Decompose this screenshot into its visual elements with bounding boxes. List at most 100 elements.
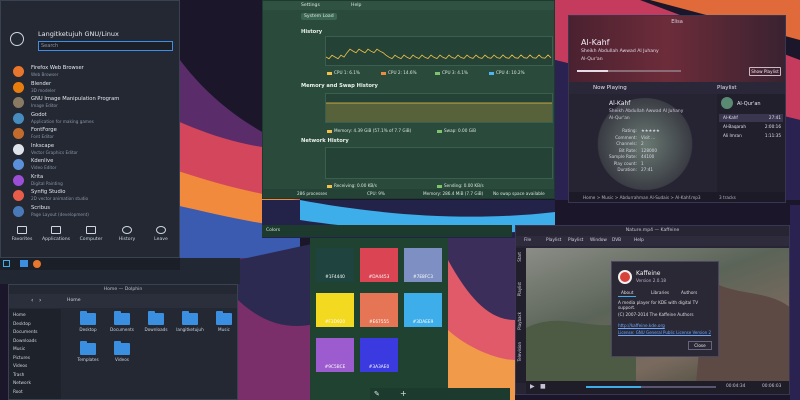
add-color-icon[interactable]: + xyxy=(400,389,407,398)
app-item[interactable]: Inkscape Vector Graphics Editor xyxy=(11,143,171,159)
app-item[interactable]: Synfig Studio 2D vector animation studio xyxy=(11,189,171,205)
swatch-hex: #1F4440 xyxy=(325,275,345,280)
dolphin-window: Home — Dolphin ‹ › Home Home Desktop Docum… xyxy=(8,284,238,400)
time-display: 00:04:34 xyxy=(726,384,746,389)
position-slider[interactable] xyxy=(586,386,716,388)
menu-item[interactable]: Help xyxy=(634,238,644,243)
color-swatch[interactable]: #E67555 xyxy=(360,293,398,327)
app-name: Godot xyxy=(31,111,47,118)
footer-history[interactable]: History xyxy=(112,226,142,242)
place-item[interactable]: Downloads xyxy=(13,339,37,344)
swatch-hex: #DA4453 xyxy=(368,275,390,280)
app-item[interactable]: Firefox Web Browser Web Browser xyxy=(11,65,171,81)
footer-favorites[interactable]: Favorites xyxy=(7,226,37,242)
detail-key: Channels: xyxy=(616,141,637,146)
color-swatch[interactable]: #9C5BCE xyxy=(316,338,354,372)
legend-swatch xyxy=(489,71,494,75)
side-tab[interactable]: Playback xyxy=(517,312,522,330)
color-swatch[interactable]: #1F4440 xyxy=(316,248,354,282)
place-item[interactable]: Pictures xyxy=(13,356,30,361)
menu-help[interactable]: Help xyxy=(351,3,361,8)
app-item[interactable]: Krita Digital Painting xyxy=(11,174,171,190)
play-icon[interactable]: ▶ xyxy=(530,383,535,390)
search-input[interactable]: Search xyxy=(38,41,173,51)
app-item[interactable]: FontForge Font Editor xyxy=(11,127,171,143)
about-homepage-link[interactable]: http://kaffeine.kde.org xyxy=(618,323,665,328)
app-item[interactable]: Blender 3D modeler xyxy=(11,81,171,97)
detail-key: Bit Rate: xyxy=(618,147,637,153)
about-version: Version 2.0.18 xyxy=(636,278,667,283)
forward-icon[interactable]: › xyxy=(39,297,41,304)
app-item[interactable]: Scribus Page Layout (development) xyxy=(11,205,171,221)
app-launcher-icon[interactable] xyxy=(3,260,10,267)
user-avatar[interactable] xyxy=(10,32,24,46)
place-item[interactable]: Videos xyxy=(13,364,27,369)
about-tab[interactable]: Libraries xyxy=(648,289,672,296)
file-manager-icon[interactable] xyxy=(20,260,28,267)
about-tab[interactable]: About xyxy=(618,289,637,297)
about-license-link[interactable]: License: GNU General Public License Vers… xyxy=(618,330,711,335)
side-tab[interactable]: Television xyxy=(517,342,522,361)
browser-icon[interactable] xyxy=(33,260,41,268)
place-item[interactable]: Documents xyxy=(13,330,38,335)
app-name: Synfig Studio xyxy=(31,189,66,195)
folder-item[interactable]: Templates xyxy=(77,341,99,362)
seek-bar[interactable] xyxy=(577,70,681,72)
menu-item[interactable]: Playlist xyxy=(546,238,561,243)
app-name: Scribus xyxy=(31,204,51,211)
place-item[interactable]: Desktop xyxy=(13,322,31,327)
stop-icon[interactable]: ■ xyxy=(540,383,546,390)
app-item[interactable]: Godot Application for making games xyxy=(11,112,171,128)
side-tab[interactable]: Playlist xyxy=(517,282,522,296)
app-icon xyxy=(13,81,24,93)
menu-item[interactable]: DVB xyxy=(612,238,621,243)
color-swatch[interactable]: #3DAEE9 xyxy=(404,293,442,327)
show-playlist-button[interactable]: Show Playlist xyxy=(749,67,781,76)
tab-system-load[interactable]: System Load xyxy=(301,13,337,20)
color-swatch[interactable]: #3A3AE0 xyxy=(360,338,398,372)
folder-item[interactable]: Music xyxy=(213,311,235,332)
memory-graph xyxy=(325,93,553,123)
playlist-track[interactable]: Al-Kahf 27:41 xyxy=(719,114,783,122)
close-button[interactable]: Close xyxy=(688,341,712,350)
color-palette: #1F4440 #DA4453 #7E8FC3 #F3D920 #E67555 #3DAE… xyxy=(310,238,448,400)
clock-icon xyxy=(122,226,132,234)
footer-leave[interactable]: Leave xyxy=(146,226,176,242)
color-picker-icon[interactable]: ✎ xyxy=(374,390,380,398)
menu-settings[interactable]: Settings xyxy=(301,3,320,8)
path-bar[interactable]: Home xyxy=(67,298,81,303)
back-icon[interactable]: ‹ xyxy=(31,297,33,304)
playlist-track[interactable]: Ali Imran 1:11:35 xyxy=(719,132,783,140)
np-artist: Sheikh Abdullah Awwad Al Juhany xyxy=(609,109,684,114)
app-item[interactable]: Kdenlive Video Editor xyxy=(11,158,171,174)
folder-item[interactable]: Desktop xyxy=(77,311,99,332)
place-item[interactable]: Home xyxy=(13,313,26,318)
footer-applications[interactable]: Applications xyxy=(41,226,71,242)
legend-swatch xyxy=(327,184,332,188)
menu-item[interactable]: File xyxy=(524,238,531,243)
place-item[interactable]: Trash xyxy=(13,373,24,378)
footer-computer[interactable]: Computer xyxy=(76,226,106,242)
place-item[interactable]: Music xyxy=(13,347,25,352)
playlist-track[interactable]: Al-Baqarah 2:00:16 xyxy=(719,123,783,131)
color-swatch[interactable]: #7E8FC3 xyxy=(404,248,442,282)
menu-item[interactable]: Window xyxy=(590,238,607,243)
folder-item[interactable]: Downloads xyxy=(145,311,168,332)
folder-item[interactable]: Videos xyxy=(111,341,133,362)
menu-item[interactable]: Playlist xyxy=(568,238,583,243)
side-tab[interactable]: Start xyxy=(517,252,522,262)
now-playing-label: Now Playing xyxy=(593,85,627,91)
taskbar xyxy=(0,258,180,270)
color-swatch[interactable]: #F3D920 xyxy=(316,293,354,327)
folder-icon xyxy=(114,311,130,325)
folder-item[interactable]: Documents xyxy=(110,311,134,332)
folder-item[interactable]: langitketujuh xyxy=(176,311,204,332)
swatch-hex: #F3D920 xyxy=(324,320,346,325)
place-item[interactable]: Root xyxy=(13,390,23,395)
place-item[interactable]: Network xyxy=(13,381,31,386)
app-item[interactable]: GNU Image Manipulation Program Image Edit… xyxy=(11,96,171,112)
track-duration: 1:11:35 xyxy=(764,133,781,138)
color-swatch[interactable]: #DA4453 xyxy=(360,248,398,282)
about-name: Kaffeine xyxy=(636,270,661,277)
about-tab[interactable]: Authors xyxy=(678,289,700,296)
